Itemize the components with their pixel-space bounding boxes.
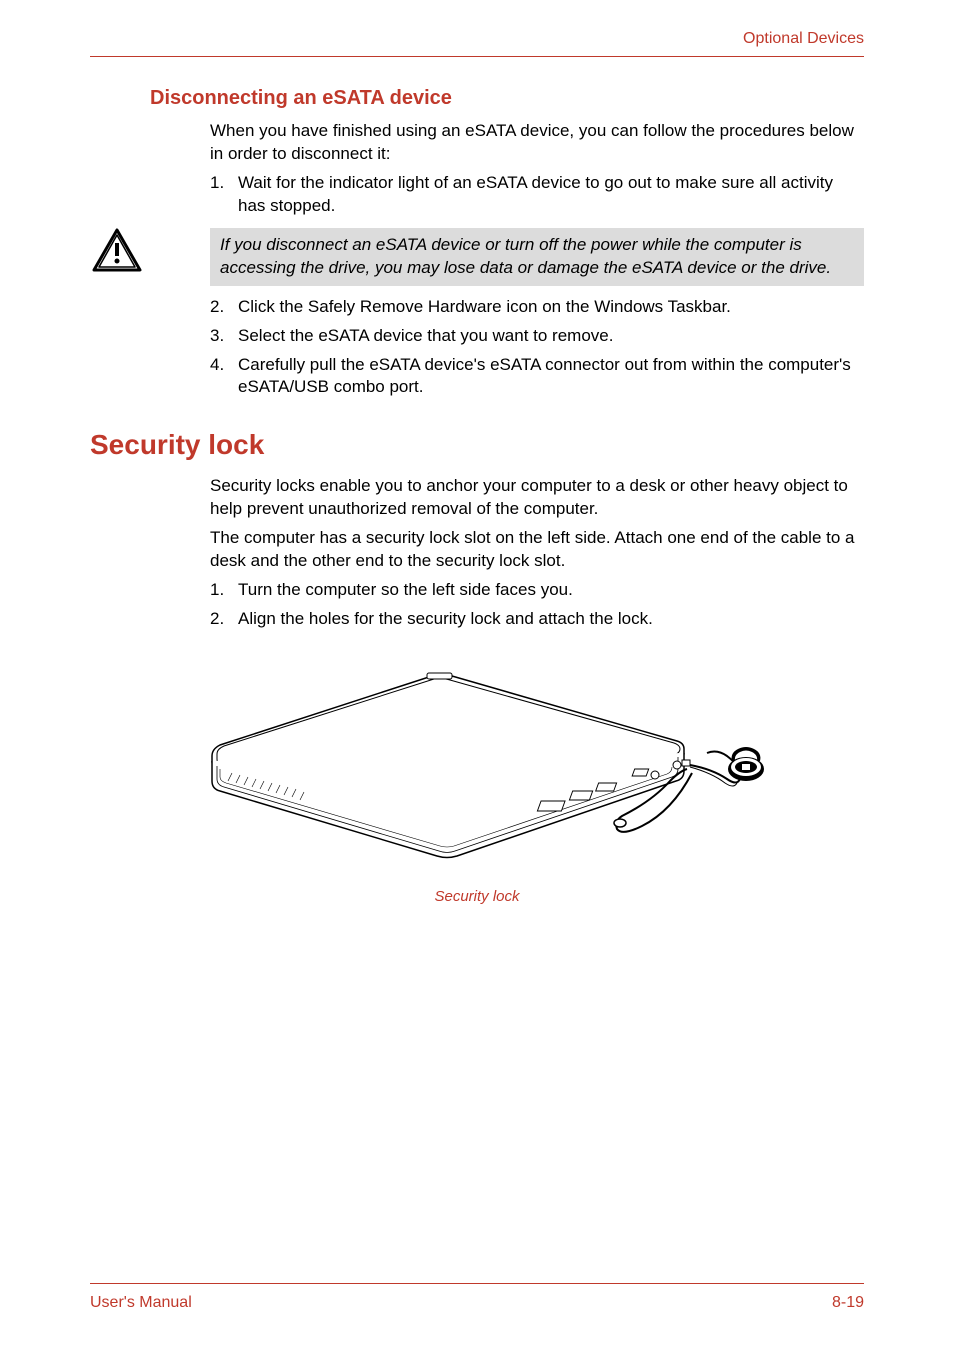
list-item: 1. Turn the computer so the left side fa… [210, 579, 864, 602]
warning-text: If you disconnect an eSATA device or tur… [210, 228, 864, 286]
section-heading-disconnecting: Disconnecting an eSATA device [150, 87, 864, 110]
page-header: Optional Devices [90, 30, 864, 57]
figure-security-lock: Security lock [90, 661, 864, 905]
list-item: 4. Carefully pull the eSATA device's eSA… [210, 354, 864, 400]
step-text: Select the eSATA device that you want to… [238, 325, 864, 348]
step-text: Align the holes for the security lock an… [238, 608, 864, 631]
laptop-lock-illustration [172, 661, 782, 871]
warning-block: If you disconnect an eSATA device or tur… [90, 228, 864, 286]
step-number: 3. [210, 325, 238, 348]
step-text: Click the Safely Remove Hardware icon on… [238, 296, 864, 319]
footer-manual-label: User's Manual [90, 1294, 192, 1312]
section1-intro: When you have finished using an eSATA de… [210, 120, 864, 166]
step-number: 2. [210, 608, 238, 631]
list-item: 1. Wait for the indicator light of an eS… [210, 172, 864, 218]
header-title: Optional Devices [743, 30, 864, 47]
footer-page-number: 8-19 [832, 1294, 864, 1312]
list-item: 3. Select the eSATA device that you want… [210, 325, 864, 348]
step-text: Carefully pull the eSATA device's eSATA … [238, 354, 864, 400]
page-footer: User's Manual 8-19 [90, 1283, 864, 1312]
step-number: 2. [210, 296, 238, 319]
section-heading-security-lock: Security lock [90, 429, 864, 461]
warning-triangle-icon [92, 228, 142, 273]
list-item: 2. Click the Safely Remove Hardware icon… [210, 296, 864, 319]
warning-icon-wrapper [90, 228, 210, 273]
section2-para1: Security locks enable you to anchor your… [210, 475, 864, 521]
step-number: 1. [210, 172, 238, 218]
list-item: 2. Align the holes for the security lock… [210, 608, 864, 631]
figure-caption: Security lock [90, 888, 864, 905]
step-text: Wait for the indicator light of an eSATA… [238, 172, 864, 218]
step-number: 4. [210, 354, 238, 400]
section2-para2: The computer has a security lock slot on… [210, 527, 864, 573]
step-number: 1. [210, 579, 238, 602]
step-text: Turn the computer so the left side faces… [238, 579, 864, 602]
